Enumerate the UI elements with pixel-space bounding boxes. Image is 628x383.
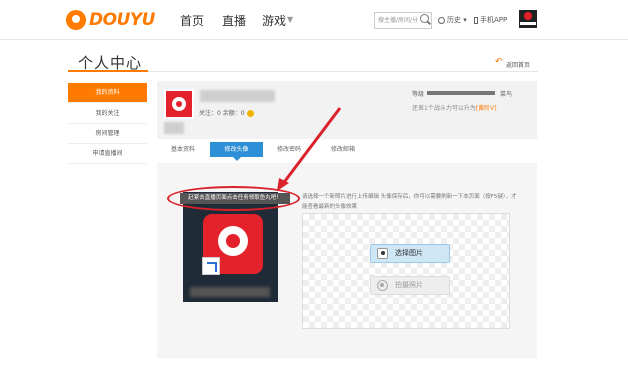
camera-icon	[377, 280, 388, 291]
upload-instructions: 请选择一个新照片进行上传编辑 头像保存后，你可以需要刷新一下本页面（按F5键），…	[302, 194, 517, 210]
annotation-arrow-line	[280, 107, 342, 186]
image-icon	[377, 248, 388, 259]
upload-area[interactable]	[302, 213, 510, 329]
